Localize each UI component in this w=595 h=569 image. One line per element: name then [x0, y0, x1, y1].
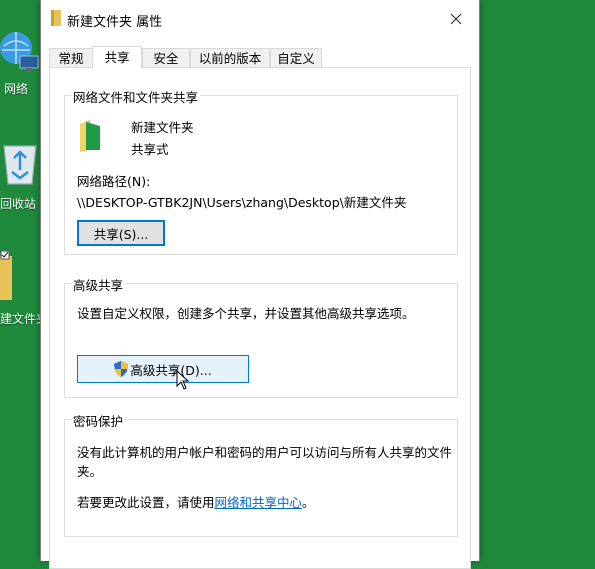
recycle-bin-icon [3, 145, 37, 185]
desktop-icon-recycle-bin[interactable]: 回收站 [0, 140, 42, 215]
properties-dialog: 新建文件夹 属性 常规 共享 安全 以前的版本 自定义 网络文件和文件夹共享 新… [40, 0, 480, 569]
change-prefix: 若要更改此设置，请使用 [77, 495, 215, 510]
close-icon [450, 13, 462, 25]
close-button[interactable] [433, 0, 479, 38]
network-path-value: \\DESKTOP-GTBK2JN\Users\zhang\Desktop\新建… [77, 195, 407, 210]
advanced-sharing-description: 设置自定义权限，创建多个共享，并设置其他高级共享选项。 [77, 306, 415, 321]
change-setting-text: 若要更改此设置，请使用网络和共享中心。 [77, 492, 315, 511]
folder-icon [0, 250, 12, 300]
folder-name: 新建文件夹 [131, 120, 194, 135]
tab-general[interactable]: 常规 [49, 48, 93, 68]
mouse-cursor-icon [176, 370, 190, 390]
network-path-label: 网络路径(N): [77, 174, 151, 189]
network-icon [0, 32, 39, 71]
tab-strip: 常规 共享 安全 以前的版本 自定义 [49, 46, 469, 69]
dialog-title: 新建文件夹 属性 [67, 15, 163, 30]
advanced-sharing-group: 高级共享 设置自定义权限，创建多个共享，并设置其他高级共享选项。 高级共享(D)… [64, 275, 458, 398]
desktop-icon-new-folder[interactable]: 建文件夹 [0, 250, 48, 330]
group-title: 密码保护 [71, 411, 126, 430]
network-sharing-center-link[interactable]: 网络和共享中心 [215, 495, 303, 510]
uac-shield-icon [114, 361, 129, 377]
tab-security[interactable]: 安全 [142, 48, 190, 68]
folder-icon [51, 10, 61, 26]
group-title: 网络文件和文件夹共享 [71, 87, 201, 106]
password-description-line1: 没有此计算机的用户帐户和密码的用户可以访问与所有人共享的文件 [77, 445, 453, 460]
advanced-sharing-button[interactable]: 高级共享(D)... [77, 355, 249, 383]
tab-previous-versions[interactable]: 以前的版本 [190, 48, 270, 68]
change-suffix: 。 [302, 495, 315, 510]
desktop-icon-network[interactable]: 网络 [0, 28, 42, 98]
desktop-icon-label: 网络 [4, 82, 29, 96]
sharing-tab-panel: 网络文件和文件夹共享 新建文件夹 共享式 网络路径(N): \\DESKTOP-… [49, 67, 471, 569]
title-bar[interactable]: 新建文件夹 属性 [41, 0, 479, 38]
tab-sharing[interactable]: 共享 [92, 46, 142, 69]
folder-icon [80, 120, 100, 152]
share-status: 共享式 [131, 142, 169, 157]
group-title: 高级共享 [71, 275, 126, 294]
network-sharing-group: 网络文件和文件夹共享 新建文件夹 共享式 网络路径(N): \\DESKTOP-… [64, 87, 458, 255]
desktop-icon-label: 回收站 [0, 197, 37, 211]
password-protection-group: 密码保护 没有此计算机的用户帐户和密码的用户可以访问与所有人共享的文件 夹。 若… [64, 411, 458, 537]
advanced-sharing-button-label: 高级共享(D)... [130, 362, 212, 378]
tab-customize[interactable]: 自定义 [270, 48, 322, 68]
share-button[interactable]: 共享(S)... [77, 220, 165, 246]
password-description-line2: 夹。 [77, 464, 103, 479]
